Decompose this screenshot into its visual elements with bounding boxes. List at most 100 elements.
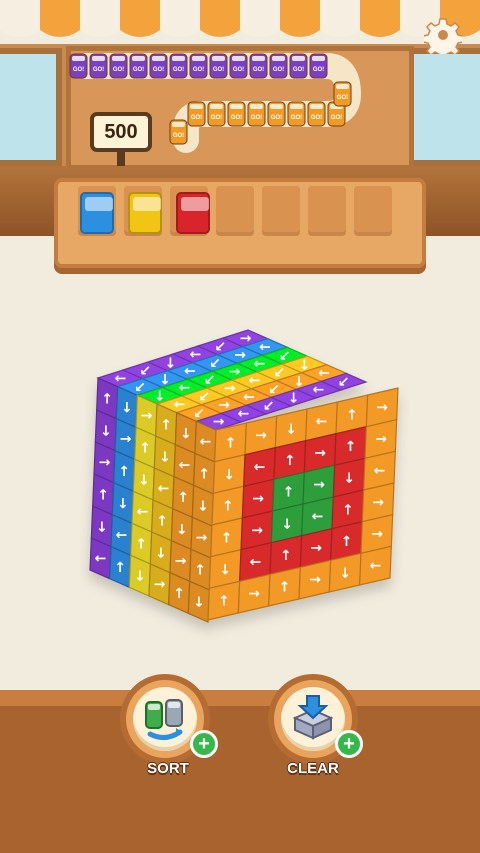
soda-can: GO! [229,53,248,79]
block-arrow: ↑ [180,424,192,440]
can-label: GO! [173,133,184,139]
can-label: GO! [311,115,322,121]
block-arrow: ↑ [223,465,235,481]
block-arrow: ↑ [194,563,206,579]
block-arrow: ↑ [341,534,353,550]
block-arrow: ↑ [343,469,355,485]
tray-slot[interactable] [308,186,346,236]
shop-awning [0,0,480,37]
block-arrow: ↑ [96,517,108,533]
block-arrow: ↑ [288,389,300,405]
block-arrow: ↑ [176,520,188,536]
block-arrow: ↑ [96,456,112,468]
block-arrow: ↑ [247,374,263,386]
can-label: GO! [251,115,262,121]
cube-block[interactable]: ↑ [268,566,301,607]
block-arrow: ↑ [114,560,126,576]
block-arrow: ↑ [188,348,204,360]
soda-can: GO! [187,101,206,127]
block-arrow: ↑ [311,447,327,459]
box-lid [181,197,209,211]
soda-can: GO! [209,53,228,79]
gear-icon [424,18,462,54]
color-box[interactable] [128,192,162,234]
can-label: GO! [313,67,324,73]
cube-block[interactable]: ↑ [298,559,332,600]
bottom-board-edge [0,690,480,706]
soda-can: GO! [149,53,168,79]
awning-stripe [280,0,320,37]
can-label: GO! [271,115,282,121]
can-label: GO! [193,67,204,73]
can-label: GO! [191,115,202,121]
block-arrow: ↑ [249,493,265,505]
block-arrow: ↑ [258,341,274,353]
block-arrow: ↑ [310,479,326,491]
block-arrow: ↑ [369,560,385,572]
soda-can: GO! [207,101,226,127]
block-arrow: ↑ [135,537,147,553]
block-arrow: ↑ [220,382,236,394]
awning-stripe [160,0,200,37]
block-arrow: ↑ [157,482,173,494]
soda-can: GO! [169,119,188,145]
tray-slot[interactable] [354,186,392,236]
awning-stripe [240,0,280,37]
can-label: GO! [337,95,348,101]
soda-can: GO! [249,53,268,79]
shop-window-right [408,48,480,166]
color-box[interactable] [80,192,114,234]
tray-slot[interactable] [262,186,300,236]
block-arrow: ↑ [249,556,265,568]
block-arrow: ↑ [178,459,194,471]
block-arrow: ↑ [117,494,129,510]
awning-stripe [0,0,40,37]
sort-add-badge[interactable]: + [190,730,218,758]
block-arrow: ↑ [193,593,205,609]
awning-stripe [360,0,400,37]
soda-can: GO! [247,101,266,127]
block-arrow: ↑ [172,398,188,410]
soda-can: GO! [309,53,328,79]
color-box[interactable] [176,192,210,234]
can-label: GO! [273,67,284,73]
block-arrow: ↑ [226,366,242,378]
block-arrow: ↑ [242,391,258,403]
block-arrow: ↑ [101,391,113,407]
arrow-cube[interactable]: ↑ ↑ ↑ ↑ ↑ ↑ ↑ ↑ ↑ ↑ ↑ ↑ ↑ ↑ ↑ ↑ ↑ ↑ ↑ ↑ ↑ ↑ ↑ ↑ ↑ ↑ ↑ ↑ ↑ ↑ ↑ ↑ ↑ ↑ ↑ ↑ ↑ ↑ ↑… [80,320,410,650]
block-arrow: ↑ [210,416,226,428]
block-arrow: ↑ [253,461,269,473]
block-arrow: ↑ [138,471,150,487]
block-arrow: ↑ [159,370,171,386]
block-arrow: ↑ [222,499,234,515]
block-arrow: ↑ [283,485,295,501]
cube-block[interactable]: ↑ [207,580,241,621]
cube-block[interactable]: ↑ [328,552,362,593]
can-label: GO! [73,67,84,73]
block-arrow: ↑ [151,578,167,590]
settings-button[interactable] [424,16,462,54]
soda-can: GO! [189,53,208,79]
block-arrow: ↑ [159,447,171,463]
cube-block[interactable]: ↑ [237,573,271,614]
block-arrow: ↑ [231,349,247,361]
block-arrow: ↑ [136,506,152,518]
price-sign: 500 [90,112,152,152]
block-arrow: ↑ [237,408,253,420]
clear-add-badge[interactable]: + [335,730,363,758]
block-arrow: ↑ [160,417,172,433]
block-arrow: ↑ [138,410,154,422]
block-arrow: ↑ [284,453,296,469]
cube-block[interactable]: ↑ [359,545,392,586]
soda-can: GO! [307,101,326,127]
block-arrow: ↑ [279,580,291,596]
tray-slot[interactable] [216,186,254,236]
block-arrow: ↑ [219,560,231,576]
block-arrow: ↑ [281,514,293,530]
block-arrow: ↑ [178,382,194,394]
can-label: GO! [211,115,222,121]
soda-can: GO! [89,53,108,79]
soda-can: GO! [333,81,352,107]
cans-swap-icon [145,699,183,740]
awning-stripe [200,0,240,37]
